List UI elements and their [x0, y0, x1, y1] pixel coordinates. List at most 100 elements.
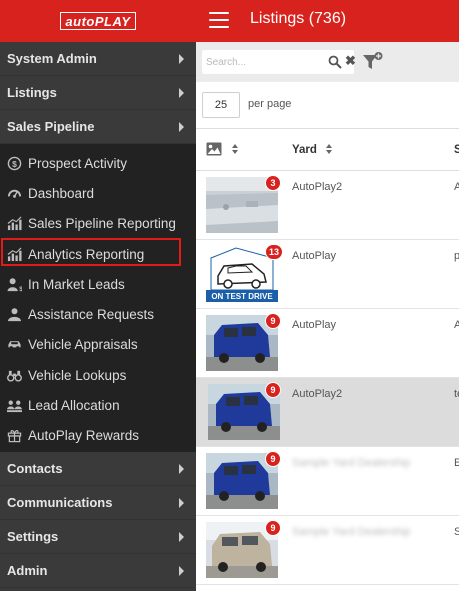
sidebar-item-vehicle-lookups[interactable]: Vehicle Lookups [0, 360, 196, 390]
search-input[interactable] [206, 53, 314, 71]
sidebar-section-label: Communications [7, 494, 113, 510]
third-column-cell: E [454, 457, 459, 469]
add-filter-icon[interactable] [362, 51, 384, 73]
test-drive-caption: ON TEST DRIVE [211, 292, 273, 301]
sidebar-section-listings[interactable]: Listings [0, 76, 196, 110]
search-box: ✖ [202, 50, 356, 74]
clear-search-icon[interactable]: ✖ [345, 53, 356, 69]
users-icon [4, 398, 24, 414]
sidebar-section-admin[interactable]: Admin [0, 553, 196, 588]
sidebar-section-sales-pipeline[interactable]: Sales Pipeline [0, 110, 196, 144]
sidebar-item-label: Dashboard [28, 185, 95, 201]
image-column-icon [206, 142, 222, 156]
sidebar-item-assistance-requests[interactable]: Assistance Requests [0, 299, 196, 329]
sidebar-item-label: Sales Pipeline Reporting [28, 216, 176, 232]
sidebar-section-label: Contacts [7, 460, 63, 476]
photo-count-badge: 9 [265, 313, 281, 329]
sidebar-item-autoplay-rewards[interactable]: AutoPlay Rewards [0, 421, 196, 451]
listings-toolbar: ✖ [196, 42, 459, 82]
user-dollar-icon: $ [4, 276, 24, 292]
sidebar-item-vehicle-appraisals[interactable]: Vehicle Appraisals [0, 330, 196, 360]
sidebar-item-label: Prospect Activity [28, 155, 128, 171]
table-header: Yard S [196, 128, 459, 171]
photo-count-badge: 9 [265, 451, 281, 467]
third-column-cell: p [454, 250, 459, 262]
sidebar-section-label: Settings [7, 528, 59, 544]
sort-yard-icon[interactable] [326, 144, 332, 156]
sidebar-section-communications[interactable]: Communications [0, 485, 196, 520]
yard-cell-redacted: Sample Yard Dealership [292, 457, 411, 469]
sidebar-section-contacts[interactable]: Contacts [0, 451, 196, 486]
annotation-highlight-box [1, 238, 181, 266]
logo-area[interactable]: auto PLAY [0, 0, 196, 42]
table-row[interactable]: 9 AutoPlay A [196, 309, 459, 378]
per-page-control: 25 per page [196, 82, 459, 128]
page-title: Listings (736) [250, 10, 347, 27]
sidebar-section-label: Sales Pipeline [7, 119, 95, 134]
car-icon [4, 337, 24, 353]
table-row[interactable]: 9 AutoPlay2 te [196, 378, 459, 447]
third-column-cell: te [454, 388, 459, 400]
search-icon[interactable] [328, 55, 342, 69]
third-column-cell: A [454, 319, 459, 331]
column-header-third[interactable]: S [454, 144, 459, 156]
chevron-right-icon [179, 531, 184, 542]
table-row[interactable]: 9 Sample Yard Dealership S [196, 516, 459, 585]
sidebar-item-lead-allocation[interactable]: Lead Allocation [0, 390, 196, 420]
sidebar-item-sales-pipeline-reporting[interactable]: Sales Pipeline Reporting [0, 209, 196, 239]
sidebar-section-system-admin[interactable]: System Admin [0, 42, 196, 76]
binoculars-icon [4, 367, 24, 383]
chevron-right-icon [179, 54, 184, 64]
autoplay-logo[interactable]: auto PLAY [60, 12, 136, 30]
third-column-cell: S [454, 526, 459, 538]
user-help-icon [4, 307, 24, 323]
third-column-cell: A [454, 181, 459, 193]
chevron-right-icon [179, 565, 184, 576]
chevron-right-icon [179, 88, 184, 98]
top-header: auto PLAY Listings (736) [0, 0, 459, 42]
sidebar-section-label: System Admin [7, 51, 97, 66]
column-header-yard[interactable]: Yard [292, 144, 317, 156]
prospect-activity-icon: $ [4, 155, 24, 171]
yard-cell: AutoPlay2 [292, 181, 343, 193]
photo-count-badge: 13 [265, 244, 284, 260]
chevron-right-icon [179, 497, 184, 508]
yard-cell: AutoPlay2 [292, 388, 343, 400]
sort-image-icon[interactable] [232, 144, 238, 156]
sidebar-section-label: Listings [7, 85, 57, 100]
sidebar-item-label: Vehicle Lookups [28, 367, 127, 383]
logo-text-left: auto [65, 13, 95, 29]
sales-pipeline-submenu: $ Prospect Activity Dashboard Sales Pipe… [0, 144, 196, 452]
svg-text:$: $ [12, 158, 17, 168]
sidebar-item-label: Assistance Requests [28, 307, 155, 323]
sidebar-item-in-market-leads[interactable]: $ In Market Leads [0, 269, 196, 299]
gift-icon [4, 428, 24, 444]
yard-cell: AutoPlay [292, 250, 337, 262]
chevron-right-icon [179, 122, 184, 132]
sidebar-item-label: Lead Allocation [28, 398, 120, 414]
dashboard-icon [4, 185, 24, 201]
sidebar-item-label: AutoPlay Rewards [28, 428, 140, 444]
table-row[interactable]: 3 AutoPlay2 A [196, 171, 459, 240]
per-page-select[interactable]: 25 [202, 92, 240, 118]
table-row[interactable]: 9 Sample Yard Dealership E [196, 447, 459, 516]
table-row[interactable]: ON TEST DRIVE 13 AutoPlay p [196, 240, 459, 309]
sidebar-item-prospect-activity[interactable]: $ Prospect Activity [0, 148, 196, 178]
sidebar-item-dashboard[interactable]: Dashboard [0, 178, 196, 208]
sidebar-item-label: In Market Leads [28, 276, 125, 292]
photo-count-badge: 3 [265, 175, 281, 191]
svg-text:$: $ [19, 286, 22, 292]
photo-count-badge: 9 [265, 520, 281, 536]
chart-icon [4, 216, 24, 232]
main-content: ✖ 25 per page Yard S 3 AutoPlay2 A [196, 42, 459, 591]
app: auto PLAY Listings (736) System Admin Lis… [0, 0, 459, 591]
listings-table-body: 3 AutoPlay2 A ON TEST DRIVE 13 AutoPlay … [196, 171, 459, 585]
sidebar: System Admin Listings Sales Pipeline $ P… [0, 42, 196, 591]
sidebar-item-label: Vehicle Appraisals [28, 337, 138, 353]
sidebar-section-label: Admin [7, 562, 48, 578]
chevron-right-icon [179, 463, 184, 474]
per-page-label: per page [248, 98, 292, 110]
hamburger-menu-icon[interactable] [209, 12, 229, 28]
sidebar-section-settings[interactable]: Settings [0, 519, 196, 554]
logo-text-right: PLAY [94, 13, 131, 29]
